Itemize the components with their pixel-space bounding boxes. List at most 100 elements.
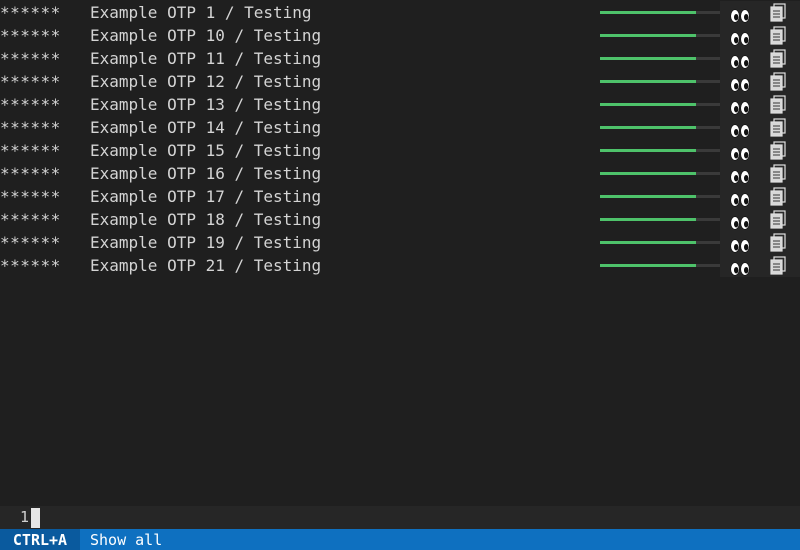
otp-timer-fill	[600, 80, 696, 83]
eyes-icon[interactable]	[730, 29, 750, 46]
eyes-icon[interactable]	[730, 6, 750, 23]
otp-timer-bar	[600, 57, 720, 60]
otp-label: Example OTP 21 / Testing	[90, 256, 322, 275]
otp-timer-bar	[600, 80, 720, 83]
clipboard-icon[interactable]	[770, 141, 786, 160]
otp-timer-bar	[600, 172, 720, 175]
otp-entry-row[interactable]: ****** Example OTP 19 / Testing	[0, 231, 800, 254]
otp-code: ******	[0, 118, 61, 137]
clipboard-icon[interactable]	[770, 256, 786, 275]
otp-timer-fill	[600, 34, 696, 37]
clipboard-icon[interactable]	[770, 164, 786, 183]
otp-entry-row[interactable]: ****** Example OTP 13 / Testing	[0, 93, 800, 116]
otp-code: ******	[0, 187, 61, 206]
clipboard-icon[interactable]	[770, 233, 786, 252]
eyes-icon[interactable]	[730, 167, 750, 184]
otp-label: Example OTP 13 / Testing	[90, 95, 322, 114]
otp-code: ******	[0, 95, 61, 114]
clipboard-icon[interactable]	[770, 118, 786, 137]
otp-timer-fill	[600, 218, 696, 221]
otp-timer-bar	[600, 264, 720, 267]
otp-screen: ****** Example OTP 1 / Testing ****** Examp…	[0, 0, 800, 550]
eyes-icon[interactable]	[730, 213, 750, 230]
clipboard-icon[interactable]	[770, 187, 786, 206]
otp-code: ******	[0, 26, 61, 45]
otp-code: ******	[0, 233, 61, 252]
otp-timer-fill	[600, 57, 696, 60]
otp-timer-bar	[600, 195, 720, 198]
otp-entry-row[interactable]: ****** Example OTP 11 / Testing	[0, 47, 800, 70]
otp-actions	[720, 208, 800, 231]
otp-timer-bar	[600, 34, 720, 37]
otp-code: ******	[0, 210, 61, 229]
otp-entry-row[interactable]: ****** Example OTP 1 / Testing	[0, 1, 800, 24]
otp-label: Example OTP 18 / Testing	[90, 210, 322, 229]
clipboard-icon[interactable]	[770, 26, 786, 45]
eyes-icon[interactable]	[730, 144, 750, 161]
otp-timer-fill	[600, 264, 696, 267]
clipboard-icon[interactable]	[770, 3, 786, 22]
otp-label: Example OTP 16 / Testing	[90, 164, 322, 183]
otp-actions	[720, 139, 800, 162]
otp-entry-row[interactable]: ****** Example OTP 14 / Testing	[0, 116, 800, 139]
clipboard-icon[interactable]	[770, 72, 786, 91]
otp-actions	[720, 1, 800, 24]
otp-timer-fill	[600, 241, 696, 244]
otp-timer-bar	[600, 149, 720, 152]
otp-timer-fill	[600, 103, 696, 106]
otp-actions	[720, 162, 800, 185]
otp-code: ******	[0, 72, 61, 91]
eyes-icon[interactable]	[730, 190, 750, 207]
otp-code: ******	[0, 141, 61, 160]
otp-timer-bar	[600, 218, 720, 221]
otp-entry-row[interactable]: ****** Example OTP 18 / Testing	[0, 208, 800, 231]
eyes-icon[interactable]	[730, 98, 750, 115]
eyes-icon[interactable]	[730, 121, 750, 138]
show-all-label[interactable]: Show all	[90, 529, 162, 550]
otp-label: Example OTP 12 / Testing	[90, 72, 322, 91]
text-cursor	[31, 508, 40, 528]
eyes-icon[interactable]	[730, 236, 750, 253]
otp-timer-fill	[600, 11, 696, 14]
otp-label: Example OTP 19 / Testing	[90, 233, 322, 252]
otp-code: ******	[0, 256, 61, 275]
eyes-icon[interactable]	[730, 52, 750, 69]
otp-label: Example OTP 14 / Testing	[90, 118, 322, 137]
otp-list: ****** Example OTP 1 / Testing ****** Examp…	[0, 1, 800, 277]
clipboard-icon[interactable]	[770, 49, 786, 68]
otp-label: Example OTP 11 / Testing	[90, 49, 322, 68]
search-input-value[interactable]: 1	[20, 506, 29, 529]
otp-entry-row[interactable]: ****** Example OTP 17 / Testing	[0, 185, 800, 208]
eyes-icon[interactable]	[730, 75, 750, 92]
otp-timer-fill	[600, 149, 696, 152]
otp-entry-row[interactable]: ****** Example OTP 15 / Testing	[0, 139, 800, 162]
otp-actions	[720, 24, 800, 47]
otp-entry-row[interactable]: ****** Example OTP 16 / Testing	[0, 162, 800, 185]
otp-timer-bar	[600, 126, 720, 129]
otp-entry-row[interactable]: ****** Example OTP 21 / Testing	[0, 254, 800, 277]
search-input-bar[interactable]: 1	[0, 506, 800, 529]
otp-code: ******	[0, 3, 61, 22]
otp-entry-row[interactable]: ****** Example OTP 10 / Testing	[0, 24, 800, 47]
otp-actions	[720, 70, 800, 93]
otp-timer-fill	[600, 126, 696, 129]
shortcut-key-ctrl-a[interactable]: CTRL+A	[0, 529, 80, 550]
otp-code: ******	[0, 49, 61, 68]
status-bar: CTRL+A Show all	[0, 529, 800, 550]
otp-actions	[720, 47, 800, 70]
otp-actions	[720, 116, 800, 139]
otp-timer-bar	[600, 103, 720, 106]
otp-timer-fill	[600, 195, 696, 198]
otp-label: Example OTP 10 / Testing	[90, 26, 322, 45]
otp-entry-row[interactable]: ****** Example OTP 12 / Testing	[0, 70, 800, 93]
otp-timer-fill	[600, 172, 696, 175]
clipboard-icon[interactable]	[770, 210, 786, 229]
otp-label: Example OTP 15 / Testing	[90, 141, 322, 160]
otp-actions	[720, 93, 800, 116]
otp-code: ******	[0, 164, 61, 183]
otp-label: Example OTP 17 / Testing	[90, 187, 322, 206]
otp-timer-bar	[600, 241, 720, 244]
eyes-icon[interactable]	[730, 259, 750, 276]
clipboard-icon[interactable]	[770, 95, 786, 114]
otp-actions	[720, 231, 800, 254]
